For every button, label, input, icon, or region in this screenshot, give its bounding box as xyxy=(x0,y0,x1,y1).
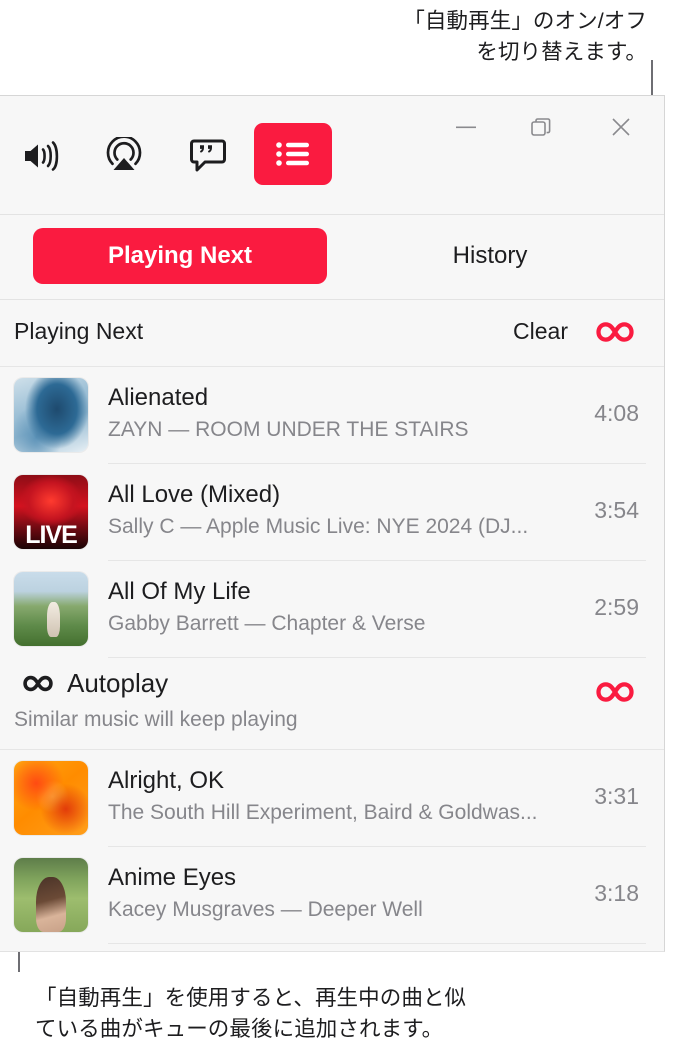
table-row[interactable]: All Of My Life Gabby Barrett — Chapter &… xyxy=(0,561,664,658)
airplay-icon[interactable] xyxy=(96,128,152,184)
track-subtitle: Kacey Musgraves — Deeper Well xyxy=(108,898,423,921)
track-duration: 3:31 xyxy=(594,783,639,809)
minimize-icon[interactable] xyxy=(443,104,489,150)
player-toolbar xyxy=(0,96,664,215)
track-duration: 3:54 xyxy=(594,497,639,523)
table-row[interactable]: Alienated ZAYN — ROOM UNDER THE STAIRS 4… xyxy=(0,367,664,464)
infinity-icon xyxy=(20,673,56,694)
tab-history[interactable]: History xyxy=(345,228,635,284)
queue-section-title: Playing Next xyxy=(14,318,144,344)
album-art xyxy=(14,572,88,646)
clear-button[interactable]: Clear xyxy=(513,318,568,345)
autoplay-subtitle: Similar music will keep playing xyxy=(14,708,298,731)
track-info: Alright, OK The South Hill Experiment, B… xyxy=(108,764,564,828)
autoplay-header: Autoplay xyxy=(20,668,168,699)
restore-icon[interactable] xyxy=(518,104,564,150)
track-info: All Of My Life Gabby Barrett — Chapter &… xyxy=(108,575,564,639)
autoplay-title: Autoplay xyxy=(67,668,169,698)
album-art xyxy=(14,378,88,452)
table-row[interactable]: Anime Eyes Kacey Musgraves — Deeper Well… xyxy=(0,847,664,944)
album-art xyxy=(14,475,88,549)
track-info: Anime Eyes Kacey Musgraves — Deeper Well xyxy=(108,861,564,925)
track-info: All Love (Mixed) Sally C — Apple Music L… xyxy=(108,478,564,542)
album-art xyxy=(14,761,88,835)
track-subtitle: ZAYN — ROOM UNDER THE STAIRS xyxy=(108,418,469,441)
track-title: All Love (Mixed) xyxy=(108,481,281,508)
autoplay-infinity-button[interactable] xyxy=(588,312,642,352)
track-duration: 2:59 xyxy=(594,594,639,620)
queue-icon[interactable] xyxy=(254,123,332,185)
tab-playing-next[interactable]: Playing Next xyxy=(33,228,327,284)
queue-tabbar: Playing Next History xyxy=(0,215,664,300)
track-title: Alright, OK xyxy=(108,767,225,794)
track-title: Alienated xyxy=(108,384,209,411)
row-divider xyxy=(108,943,646,944)
queue-section-header: Playing Next Clear xyxy=(0,300,664,367)
track-duration: 3:18 xyxy=(594,880,639,906)
album-art xyxy=(14,858,88,932)
autoplay-toggle-button[interactable] xyxy=(588,672,642,712)
table-row[interactable]: Alright, OK The South Hill Experiment, B… xyxy=(0,750,664,847)
track-subtitle: Sally C — Apple Music Live: NYE 2024 (DJ… xyxy=(108,515,529,538)
callout-caption-bottom: 「自動再生」を使用すると、再生中の曲と似 ている曲がキューの最後に追加されます。 xyxy=(35,986,467,1041)
track-subtitle: The South Hill Experiment, Baird & Goldw… xyxy=(108,801,538,824)
autoplay-section: Autoplay Similar music will keep playing xyxy=(0,658,664,750)
table-row[interactable]: All Love (Mixed) Sally C — Apple Music L… xyxy=(0,464,664,561)
volume-icon[interactable] xyxy=(14,128,70,184)
music-queue-window: Playing Next History Playing Next Clear … xyxy=(0,95,665,952)
track-title: Anime Eyes xyxy=(108,864,237,891)
track-subtitle: Gabby Barrett — Chapter & Verse xyxy=(108,612,426,635)
track-duration: 4:08 xyxy=(594,400,639,426)
lyrics-icon[interactable] xyxy=(180,128,236,184)
track-info: Alienated ZAYN — ROOM UNDER THE STAIRS xyxy=(108,381,564,445)
close-icon[interactable] xyxy=(598,104,644,150)
track-title: All Of My Life xyxy=(108,578,251,605)
callout-caption-top: 「自動再生」のオン/オフ を切り替えます。 xyxy=(403,9,647,64)
